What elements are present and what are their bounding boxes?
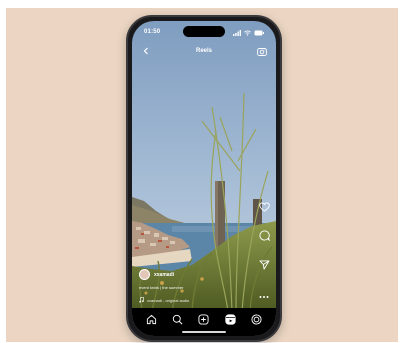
status-icons [233, 23, 264, 41]
dynamic-island [183, 26, 225, 37]
signal-icon [233, 23, 241, 41]
comment-icon[interactable] [259, 228, 270, 246]
music-note-icon [139, 296, 144, 304]
camera-icon[interactable] [256, 45, 268, 57]
home-icon[interactable] [144, 312, 158, 326]
audio-label: xxamadi - original audio [147, 298, 190, 303]
wifi-icon [244, 23, 251, 41]
audio-row[interactable]: xxamadi - original audio [139, 296, 250, 304]
phone-mockup: 01:50 Reels xxamadi event twink | the su… [126, 15, 282, 342]
user-row[interactable]: xxamadi [139, 269, 250, 280]
post-info: xxamadi event twink | the summer xxamadi… [139, 269, 250, 304]
status-time: 01:50 [144, 29, 161, 35]
battery-icon [254, 23, 264, 41]
top-nav: Reels [132, 43, 276, 59]
home-indicator [182, 331, 226, 333]
search-icon[interactable] [171, 312, 185, 326]
create-icon[interactable] [197, 312, 211, 326]
avatar[interactable] [139, 269, 150, 280]
chevron-left-icon[interactable] [140, 45, 152, 57]
heart-icon[interactable] [258, 199, 270, 217]
reels-icon[interactable] [223, 312, 237, 326]
username[interactable]: xxamadi [154, 272, 174, 278]
profile-icon[interactable] [250, 312, 264, 326]
send-icon[interactable] [259, 257, 270, 275]
caption: event twink | the summer [139, 285, 184, 290]
side-actions [257, 199, 271, 324]
page-title: Reels [195, 48, 212, 54]
status-bar: 01:50 [132, 21, 276, 43]
more-icon[interactable] [259, 286, 269, 304]
phone-screen: 01:50 Reels xxamadi event twink | the su… [132, 21, 276, 336]
